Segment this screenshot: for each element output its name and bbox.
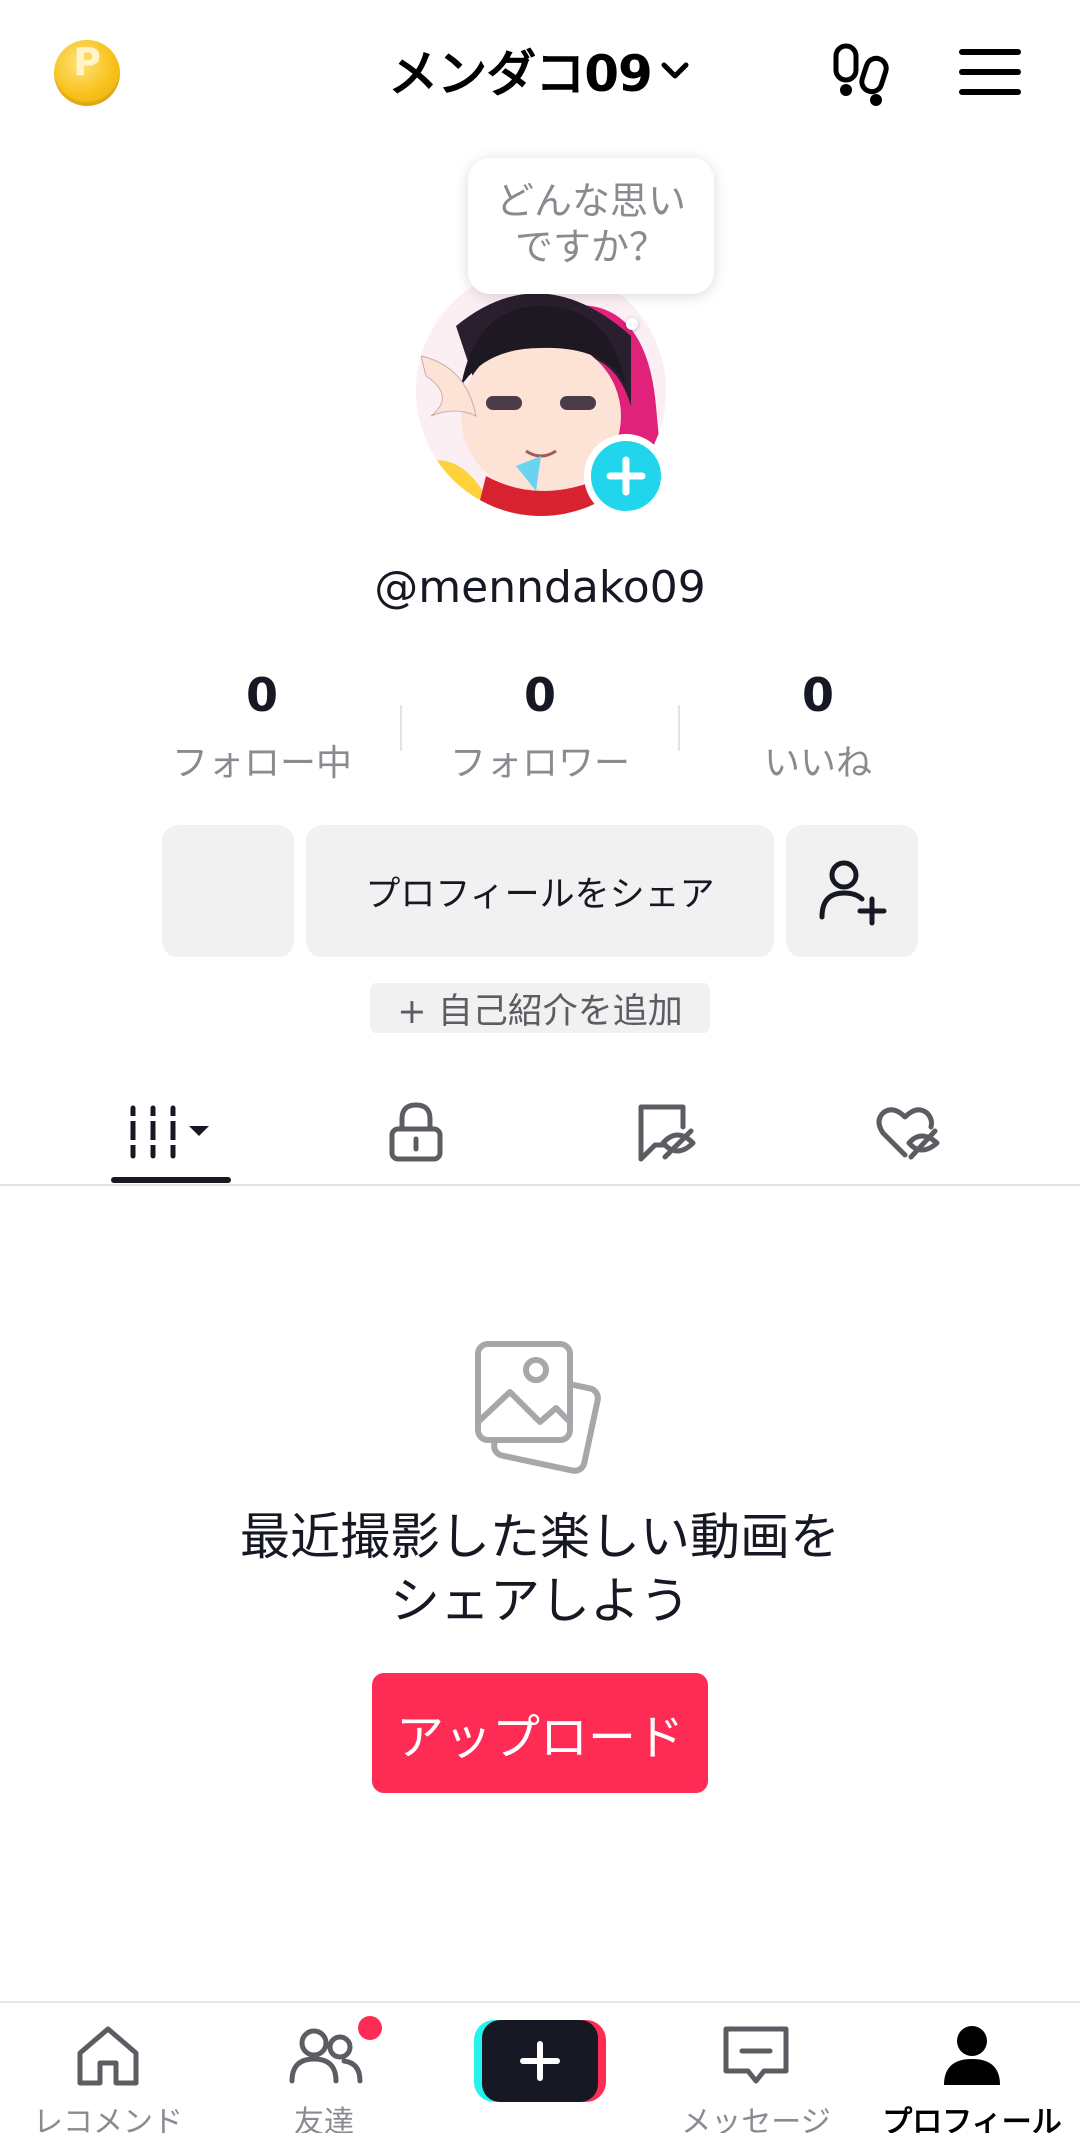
menu-icon[interactable]	[958, 44, 1022, 100]
stat-following[interactable]: 0 フォロー中	[152, 668, 372, 786]
hidden-tag-icon	[638, 1104, 696, 1162]
footprints-icon[interactable]	[828, 38, 898, 108]
coin-letter: P	[73, 40, 101, 84]
stat-divider	[400, 705, 402, 751]
tab-private[interactable]	[316, 1080, 516, 1184]
upload-button[interactable]: アップロード	[372, 1673, 708, 1793]
stat-value: 0	[523, 668, 556, 722]
nav-home[interactable]: レコメンド	[0, 2003, 216, 2133]
account-switcher[interactable]: メンダコ09	[360, 30, 720, 110]
add-bio-button[interactable]: + 自己紹介を追加	[370, 983, 710, 1033]
mood-bubble-line1: どんな思い	[495, 179, 686, 223]
videos-grid-icon	[125, 1105, 209, 1159]
share-profile-button[interactable]: プロフィールをシェア	[306, 825, 774, 957]
friends-icon	[289, 2028, 363, 2084]
content-tabs	[0, 1080, 1080, 1186]
empty-line2: シェアしよう	[390, 1572, 690, 1630]
nav-label: プロフィール	[882, 2105, 1062, 2133]
nav-profile[interactable]: プロフィール	[864, 2003, 1080, 2133]
nav-messages[interactable]: メッセージ	[648, 2003, 864, 2133]
stat-label: いいね	[763, 743, 872, 784]
plus-icon	[606, 456, 646, 496]
account-title: メンダコ09	[388, 45, 653, 103]
edit-profile-button[interactable]	[162, 825, 294, 957]
coin-icon[interactable]: P	[54, 40, 120, 106]
add-user-icon	[819, 860, 887, 926]
empty-state-message: 最近撮影した楽しい動画を シェアしよう	[0, 1505, 1080, 1633]
notification-badge	[358, 2016, 382, 2040]
lock-icon	[389, 1102, 443, 1162]
top-bar: P メンダコ09	[0, 0, 1080, 140]
nav-label: メッセージ	[681, 2105, 831, 2133]
stat-label: フォロワー	[449, 743, 630, 784]
stat-followers[interactable]: 0 フォロワー	[430, 668, 650, 786]
mood-bubble-line2: ですか？	[514, 225, 667, 269]
create-button[interactable]	[474, 2020, 606, 2102]
add-friend-button[interactable]	[786, 825, 918, 957]
bubble-dot	[626, 318, 638, 330]
avatar-add-button[interactable]	[584, 434, 668, 518]
nav-label: レコメンド	[33, 2105, 183, 2133]
profile-icon	[944, 2026, 1000, 2085]
tab-videos[interactable]	[70, 1080, 270, 1184]
home-icon	[77, 2026, 139, 2086]
create-button-face	[482, 2020, 598, 2102]
nav-label: 友達	[294, 2105, 354, 2133]
stat-likes[interactable]: 0 いいね	[708, 668, 928, 786]
empty-line1: 最近撮影した楽しい動画を	[240, 1508, 840, 1566]
create-plus-icon	[520, 2041, 560, 2081]
nav-friends[interactable]: 友達	[216, 2003, 432, 2133]
chevron-down-icon	[661, 62, 689, 79]
stat-divider	[678, 705, 680, 751]
stat-value: 0	[245, 668, 278, 722]
tab-liked[interactable]	[808, 1080, 1008, 1184]
message-icon	[723, 2026, 789, 2084]
tab-tagged[interactable]	[566, 1080, 766, 1184]
profile-handle: @menndako09	[374, 562, 706, 613]
stat-value: 0	[801, 668, 834, 722]
active-tab-indicator	[111, 1177, 231, 1183]
photos-icon	[475, 1341, 601, 1474]
mood-bubble[interactable]: どんな思い ですか？	[468, 158, 714, 294]
stat-label: フォロー中	[171, 743, 352, 784]
liked-hidden-icon	[876, 1107, 940, 1160]
